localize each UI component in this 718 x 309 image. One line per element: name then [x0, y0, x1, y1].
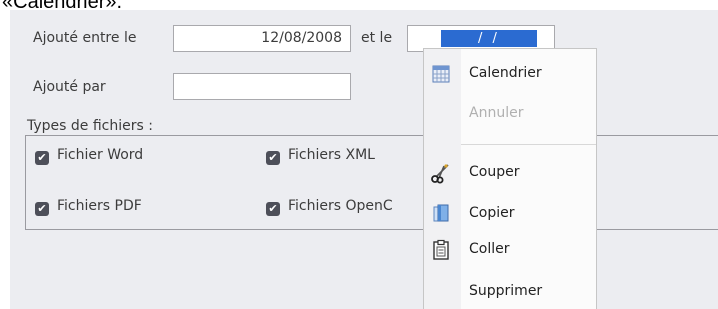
checkbox-checked-icon: ✔	[266, 202, 280, 216]
menu-item-copier[interactable]: Copier	[424, 197, 596, 231]
menu-item-label: Coller	[469, 241, 510, 257]
added-by-label: Ajouté par	[33, 79, 106, 95]
menu-item-label: Copier	[469, 205, 515, 221]
checkbox-word[interactable]: ✔ Fichier Word	[35, 147, 143, 165]
calendar-icon	[432, 65, 450, 83]
menu-item-calendrier[interactable]: Calendrier	[424, 57, 596, 91]
checkbox-pdf-label: Fichiers PDF	[57, 198, 142, 214]
menu-item-annuler[interactable]: Annuler	[424, 97, 596, 131]
checkbox-xml-label: Fichiers XML	[288, 147, 375, 163]
menu-item-coller[interactable]: Coller	[424, 233, 596, 267]
checkbox-opendoc-label: Fichiers OpenC	[288, 198, 393, 214]
date-from-field[interactable]: 12/08/2008	[173, 25, 351, 52]
paste-icon	[433, 239, 449, 260]
menu-item-label: Annuler	[469, 105, 524, 121]
menu-item-label: Supprimer	[469, 283, 543, 299]
checkbox-opendoc[interactable]: ✔ Fichiers OpenC	[266, 198, 393, 216]
menu-item-supprimer[interactable]: Supprimer	[424, 275, 596, 309]
menu-item-label: Couper	[469, 164, 520, 180]
file-types-label: Types de fichiers :	[27, 118, 153, 134]
menu-item-label: Calendrier	[469, 65, 542, 81]
date-to-selected-text: / /	[441, 30, 537, 47]
search-form-panel: Ajouté entre le 12/08/2008 et le / / Ajo…	[10, 10, 718, 309]
checkbox-checked-icon: ✔	[35, 202, 49, 216]
checkbox-checked-icon: ✔	[266, 151, 280, 165]
checkbox-checked-icon: ✔	[35, 151, 49, 165]
date-range-label: Ajouté entre le	[33, 30, 137, 46]
menu-item-couper[interactable]: Couper	[424, 156, 596, 190]
and-label: et le	[361, 30, 393, 46]
copy-icon	[433, 204, 449, 222]
checkbox-pdf[interactable]: ✔ Fichiers PDF	[35, 198, 142, 216]
scissors-icon	[431, 164, 449, 184]
checkbox-xml[interactable]: ✔ Fichiers XML	[266, 147, 375, 165]
context-menu: Calendrier Annuler Couper Copier Coller …	[423, 48, 597, 309]
checkbox-word-label: Fichier Word	[57, 147, 144, 163]
added-by-field[interactable]	[173, 73, 351, 100]
menu-separator	[461, 144, 596, 145]
